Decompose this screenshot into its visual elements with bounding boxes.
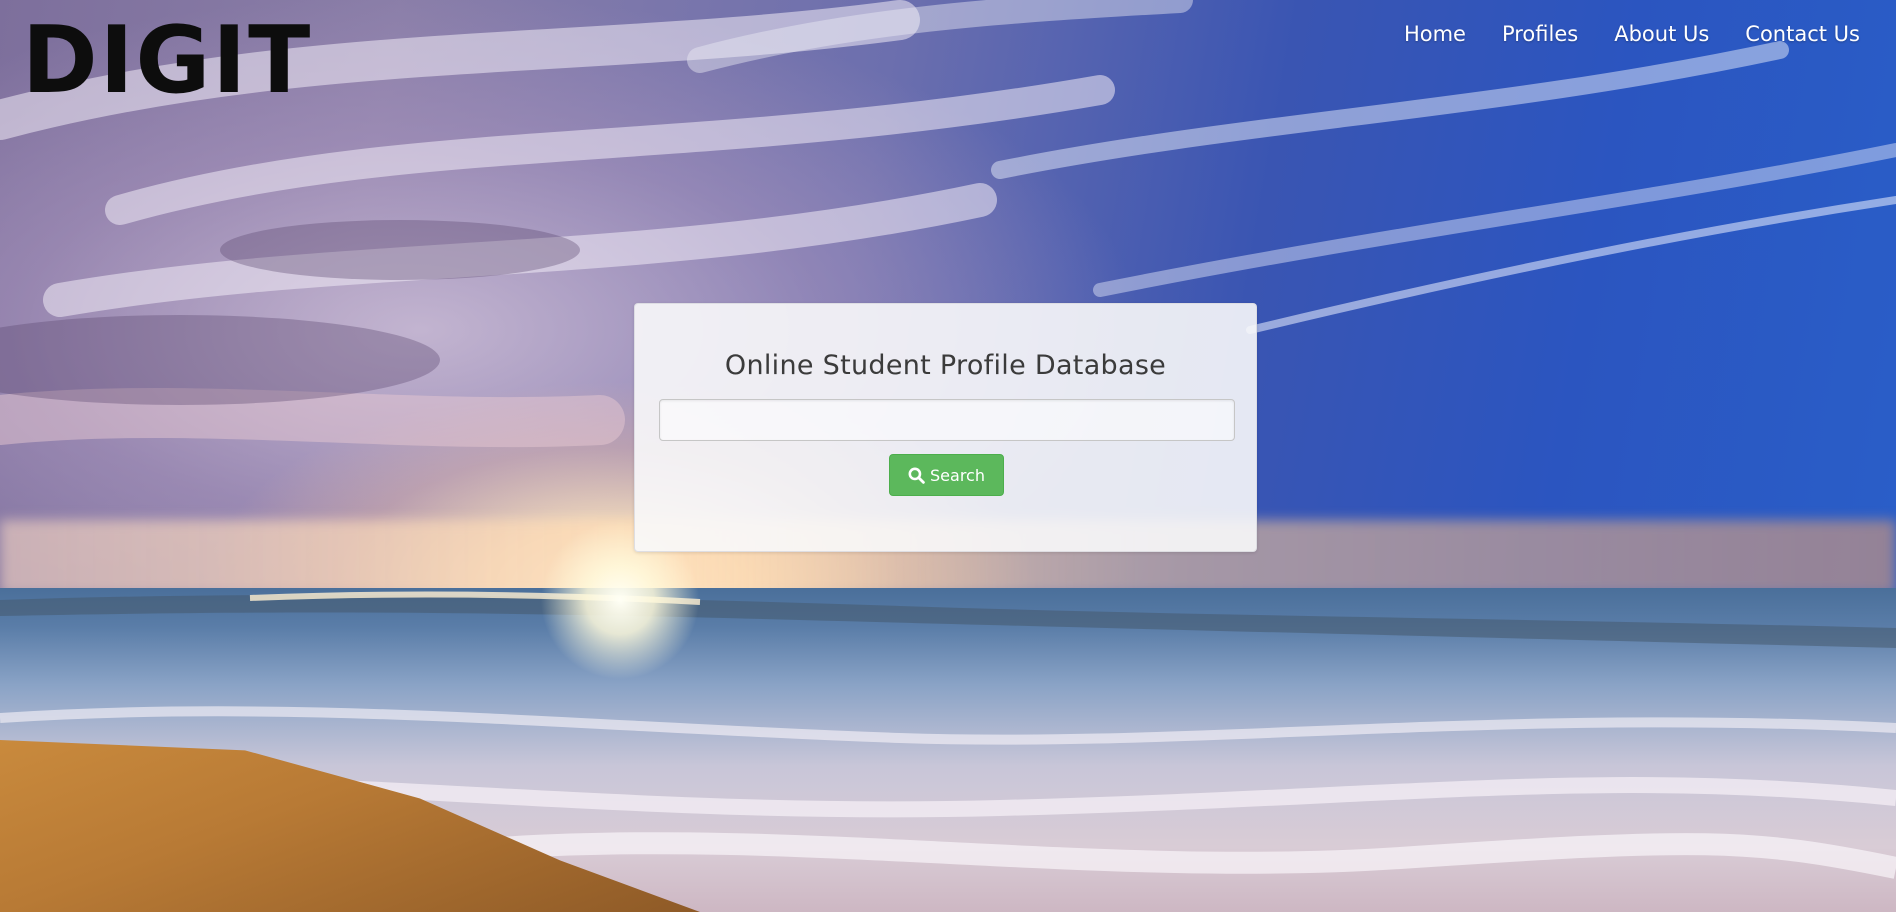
nav-profiles-link[interactable]: Profiles bbox=[1484, 16, 1596, 52]
nav-contact-us-link[interactable]: Contact Us bbox=[1727, 16, 1868, 52]
search-card: Online Student Profile Database Search bbox=[634, 303, 1257, 552]
main-nav: Home Profiles About Us Contact Us bbox=[1386, 16, 1868, 52]
search-input[interactable] bbox=[659, 399, 1235, 441]
site-logo[interactable]: DIGIT bbox=[22, 14, 312, 107]
page: DIGIT Home Profiles About Us Contact Us … bbox=[0, 0, 1896, 912]
search-card-title: Online Student Profile Database bbox=[724, 350, 1167, 381]
nav-home-link[interactable]: Home bbox=[1386, 16, 1484, 52]
search-button[interactable]: Search bbox=[889, 454, 1004, 496]
search-button-label: Search bbox=[930, 465, 985, 485]
nav-about-us-link[interactable]: About Us bbox=[1596, 16, 1727, 52]
search-icon bbox=[908, 467, 925, 484]
